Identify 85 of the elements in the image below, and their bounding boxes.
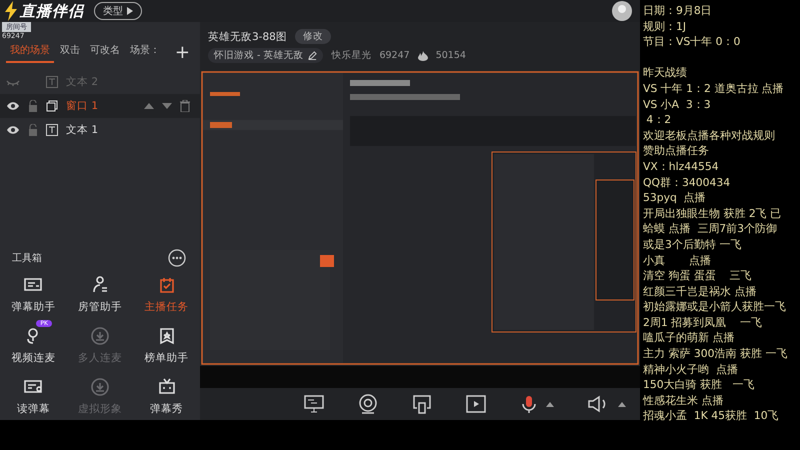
tool-label: 读弹幕 bbox=[16, 402, 50, 416]
overlay-text: 招魂小孟 1K 45获胜 10飞 bbox=[643, 408, 780, 424]
pencil-icon bbox=[308, 51, 318, 60]
overlay-text: 4：2 bbox=[645, 112, 672, 128]
overlay-text: 性感花生米 点播 bbox=[643, 392, 724, 408]
tool-label: 弹幕助手 bbox=[11, 300, 56, 314]
overlay-text: 开局出独眼生物 获胜 2飞 已 bbox=[643, 206, 782, 222]
eye-icon[interactable] bbox=[6, 101, 20, 111]
tool-item[interactable]: 主播任务 bbox=[133, 273, 200, 314]
overlay-text: 昨天战绩 bbox=[643, 65, 688, 81]
webcam-icon[interactable] bbox=[358, 394, 378, 414]
overlay-text: VX：hlz44554 bbox=[643, 158, 720, 175]
overlay-text: 小真 点播 bbox=[643, 252, 712, 268]
caret-up-icon[interactable] bbox=[618, 402, 626, 406]
tool-item[interactable]: 榜单助手 bbox=[133, 324, 200, 365]
tool-label: 多人连麦 bbox=[78, 351, 122, 365]
tool-label: 榜单助手 bbox=[144, 351, 189, 365]
overlay-text: 2周1 招募到凤凰 一飞 bbox=[643, 314, 763, 330]
user-id: 69247 bbox=[379, 50, 410, 61]
caret-up-icon[interactable] bbox=[546, 402, 554, 406]
overlay-text: VS 十年 1：2 道奥古拉 点播 bbox=[643, 80, 785, 97]
overlay-text: 精神小火子哟 点播 bbox=[643, 362, 739, 378]
overlay-text: 日期：9月8日 bbox=[643, 3, 713, 19]
layer-name: 窗口 1 bbox=[66, 99, 98, 113]
play-icon bbox=[127, 7, 133, 15]
type-button[interactable]: 类型 bbox=[94, 2, 142, 20]
microphone-icon[interactable] bbox=[520, 394, 538, 414]
download-icon bbox=[88, 376, 111, 398]
download-icon bbox=[88, 325, 111, 347]
scene-tab[interactable]: 双击 bbox=[56, 43, 84, 63]
overlay-text: 嗑瓜子的萌新 点播 bbox=[643, 330, 736, 346]
tool-label: 视频连麦 bbox=[11, 351, 56, 365]
tool-item[interactable]: 弹幕助手 bbox=[0, 273, 67, 314]
overlay-text: 欢迎老板点播各种对战规则 bbox=[643, 128, 776, 144]
app-logo: 直播伴侣 bbox=[20, 1, 84, 21]
overlay-text: 150大白骑 获胜 一飞 bbox=[643, 377, 756, 393]
overlay-text: 初始露娜或是小箭人获胜一飞 bbox=[643, 299, 787, 315]
lightning-icon bbox=[4, 1, 18, 21]
nickname: 快乐星光 bbox=[331, 49, 372, 62]
overlay-text: VS 小A 3：3 bbox=[643, 96, 712, 112]
tool-item[interactable]: 读弹幕 bbox=[0, 375, 67, 416]
move-up-icon[interactable] bbox=[144, 103, 154, 109]
scene-tab[interactable]: 可改名 bbox=[86, 43, 124, 63]
avatar-icon[interactable] bbox=[612, 1, 632, 21]
overlay-text: 清空 狗蛋 蛋蛋 三飞 bbox=[643, 268, 753, 284]
overlay-text: 红颜三千岂是祸水 点播 bbox=[643, 284, 758, 300]
overlay-text: 规则：1J bbox=[643, 18, 688, 34]
flame-icon bbox=[418, 50, 428, 60]
add-scene-button[interactable]: + bbox=[170, 44, 194, 62]
overlay-text: QQ群：3400434 bbox=[643, 174, 732, 190]
category-chip[interactable]: 怀旧游戏 - 英雄无敌 bbox=[208, 48, 324, 63]
overlay-text: 蛤蟆 点播 三周7前3个防御 bbox=[643, 221, 778, 237]
video-icon[interactable] bbox=[466, 395, 486, 413]
overlay-text: 主力 索萨 300浩南 获胜 一飞 bbox=[643, 346, 788, 362]
tool-label: 主播任务 bbox=[144, 300, 189, 314]
text-layer-icon bbox=[46, 76, 58, 88]
tool-label: 弹幕秀 bbox=[150, 402, 184, 416]
tool-label: 虚拟形象 bbox=[78, 402, 122, 416]
overlay-text: 或是3个后勤特 一飞 bbox=[643, 236, 742, 252]
scene-tab[interactable]: 场景： bbox=[126, 43, 164, 63]
tool-item[interactable]: 房管助手 bbox=[66, 273, 134, 314]
eye-icon[interactable] bbox=[6, 125, 20, 135]
lock-icon[interactable] bbox=[28, 100, 38, 112]
stream-title: 英雄无敌3-88图 bbox=[208, 30, 287, 44]
delete-icon[interactable] bbox=[180, 100, 190, 112]
toolbox-title: 工具箱 bbox=[12, 252, 42, 265]
monitor-icon[interactable] bbox=[304, 395, 324, 413]
phone-cast-icon[interactable] bbox=[412, 394, 432, 414]
text-layer-icon bbox=[46, 124, 58, 136]
overlay-text: 53pyq 点播 bbox=[643, 190, 707, 206]
edit-button[interactable]: 修改 bbox=[294, 29, 331, 44]
move-down-icon[interactable] bbox=[162, 103, 172, 109]
overlay-text: 赞助点播任务 bbox=[643, 143, 710, 159]
more-icon[interactable] bbox=[168, 249, 186, 267]
layer-name: 文本 2 bbox=[66, 75, 98, 89]
tool-label: 房管助手 bbox=[78, 300, 122, 314]
tool-item[interactable]: 弹幕秀 bbox=[133, 375, 200, 416]
layer-row[interactable]: 文本 1 bbox=[0, 118, 200, 142]
window-icon bbox=[46, 100, 58, 112]
layer-name: 文本 1 bbox=[66, 123, 98, 137]
lock-icon[interactable] bbox=[28, 124, 38, 136]
scene-tab[interactable]: 我的场景 bbox=[6, 43, 54, 63]
overlay-text: 节目：VS十年 0：0 bbox=[643, 34, 742, 50]
layer-row[interactable]: 窗口 1 bbox=[0, 94, 200, 118]
popularity-count: 50154 bbox=[436, 50, 466, 61]
